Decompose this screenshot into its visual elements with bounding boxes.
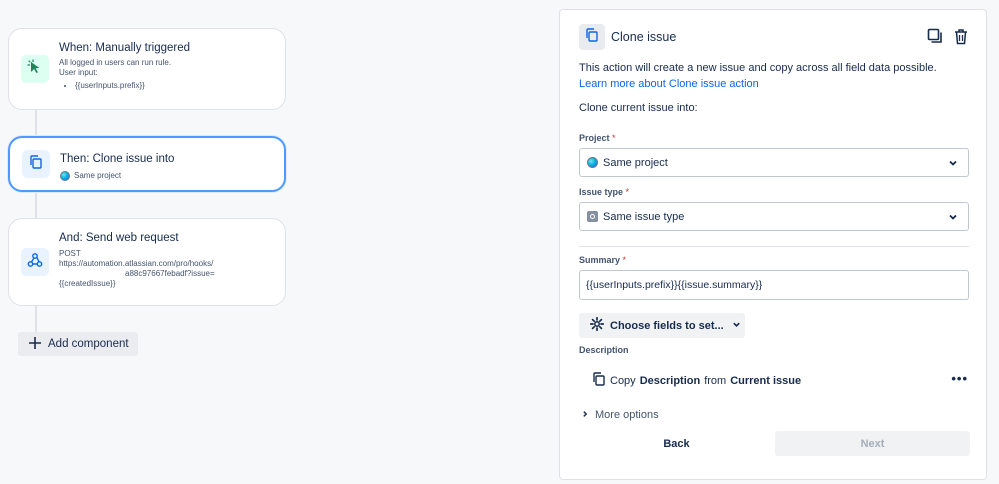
project-globe-icon bbox=[60, 171, 70, 181]
flow-connector bbox=[35, 306, 37, 332]
chevron-down-icon bbox=[732, 320, 741, 332]
rule-flow: When: Manually triggered All logged in u… bbox=[0, 0, 300, 484]
user-input-list: {{userInputs.prefix}} bbox=[75, 81, 275, 91]
project-select-value: Same project bbox=[603, 156, 668, 169]
copy-word: Copy bbox=[610, 374, 636, 387]
panel-title: Clone issue bbox=[611, 30, 677, 44]
choose-fields-button[interactable]: Choose fields to set... bbox=[579, 313, 745, 338]
choose-fields-label: Choose fields to set... bbox=[610, 319, 724, 332]
more-options-label: More options bbox=[595, 409, 659, 421]
issue-type-label: Issue type * bbox=[579, 187, 629, 197]
cursor-click-icon bbox=[27, 58, 43, 80]
more-options-toggle[interactable]: More options bbox=[581, 409, 659, 421]
issue-type-icon bbox=[587, 211, 598, 222]
clone-issue-panel: Clone issue This action will create a ne… bbox=[559, 9, 987, 480]
flow-connector bbox=[35, 110, 37, 136]
panel-header-actions bbox=[926, 26, 970, 46]
gear-icon bbox=[589, 316, 605, 334]
next-button[interactable]: Next bbox=[775, 431, 970, 456]
action-detail-text: Same project bbox=[74, 171, 122, 181]
description-label: Description bbox=[579, 345, 629, 355]
copy-icon bbox=[585, 27, 599, 47]
back-button[interactable]: Back bbox=[579, 431, 774, 456]
issue-type-select-value: Same issue type bbox=[603, 210, 685, 223]
trigger-description: All logged in users can run rule. bbox=[59, 58, 172, 67]
add-component-button[interactable]: Add component bbox=[18, 332, 138, 356]
summary-label: Summary * bbox=[579, 255, 626, 265]
user-input-item: {{userInputs.prefix}} bbox=[75, 81, 275, 91]
required-marker: * bbox=[625, 187, 630, 197]
web-request-url-line1: https://automation.atlassian.com/pro/hoo… bbox=[59, 259, 214, 268]
summary-label-text: Summary bbox=[579, 255, 621, 265]
from-word: from bbox=[704, 374, 727, 387]
add-component-label: Add component bbox=[48, 338, 129, 350]
panel-description-text: This action will create a new issue and … bbox=[579, 62, 937, 74]
web-request-card[interactable]: And: Send web request POST https://autom… bbox=[8, 218, 286, 306]
project-label-text: Project bbox=[579, 133, 610, 143]
divider bbox=[579, 246, 969, 247]
web-request-method: POST bbox=[59, 249, 81, 258]
required-marker: * bbox=[622, 255, 627, 265]
clone-action-card[interactable]: Then: Clone issue into Same project bbox=[8, 136, 286, 192]
chevron-right-icon bbox=[581, 409, 589, 421]
more-actions-icon[interactable]: ••• bbox=[951, 371, 968, 386]
copy-field-name: Description bbox=[639, 374, 701, 387]
learn-more-link[interactable]: Learn more about Clone issue action bbox=[579, 78, 759, 90]
copy-icon bbox=[592, 372, 606, 389]
trigger-user-input-label: User input: bbox=[59, 68, 98, 77]
web-request-title: And: Send web request bbox=[59, 232, 179, 244]
web-request-url-line3: {{createdIssue}} bbox=[59, 279, 116, 288]
trigger-card[interactable]: When: Manually triggered All logged in u… bbox=[8, 28, 286, 110]
web-request-url-line2: a88c97667febadf?issue= bbox=[125, 269, 215, 278]
webhook-icon bbox=[27, 252, 43, 273]
trigger-icon-box bbox=[21, 55, 49, 83]
action-detail: Same project bbox=[60, 171, 274, 181]
chevron-down-icon bbox=[948, 158, 958, 171]
issue-type-select[interactable]: Same issue type bbox=[579, 202, 969, 231]
summary-input[interactable] bbox=[579, 270, 969, 300]
action-icon-box bbox=[22, 150, 50, 178]
copy-icon bbox=[29, 154, 43, 174]
trigger-title: When: Manually triggered bbox=[59, 42, 191, 54]
flow-connector bbox=[35, 192, 37, 218]
copy-source-name: Current issue bbox=[730, 374, 802, 387]
trash-icon[interactable] bbox=[952, 26, 970, 46]
issue-type-label-text: Issue type bbox=[579, 187, 624, 197]
clone-into-label: Clone current issue into: bbox=[579, 102, 698, 114]
duplicate-icon[interactable] bbox=[926, 26, 944, 46]
project-select[interactable]: Same project bbox=[579, 148, 969, 177]
action-title: Then: Clone issue into bbox=[60, 153, 175, 165]
project-label: Project * bbox=[579, 133, 616, 143]
panel-description: This action will create a new issue and … bbox=[579, 61, 959, 92]
panel-copy-icon-box bbox=[579, 24, 605, 50]
plus-icon bbox=[28, 336, 42, 353]
chevron-down-icon bbox=[948, 212, 958, 225]
required-marker: * bbox=[612, 133, 616, 143]
description-copy-row: Copy Description from Current issue bbox=[592, 372, 801, 389]
webhook-icon-box bbox=[21, 248, 49, 276]
project-globe-icon bbox=[587, 157, 598, 168]
